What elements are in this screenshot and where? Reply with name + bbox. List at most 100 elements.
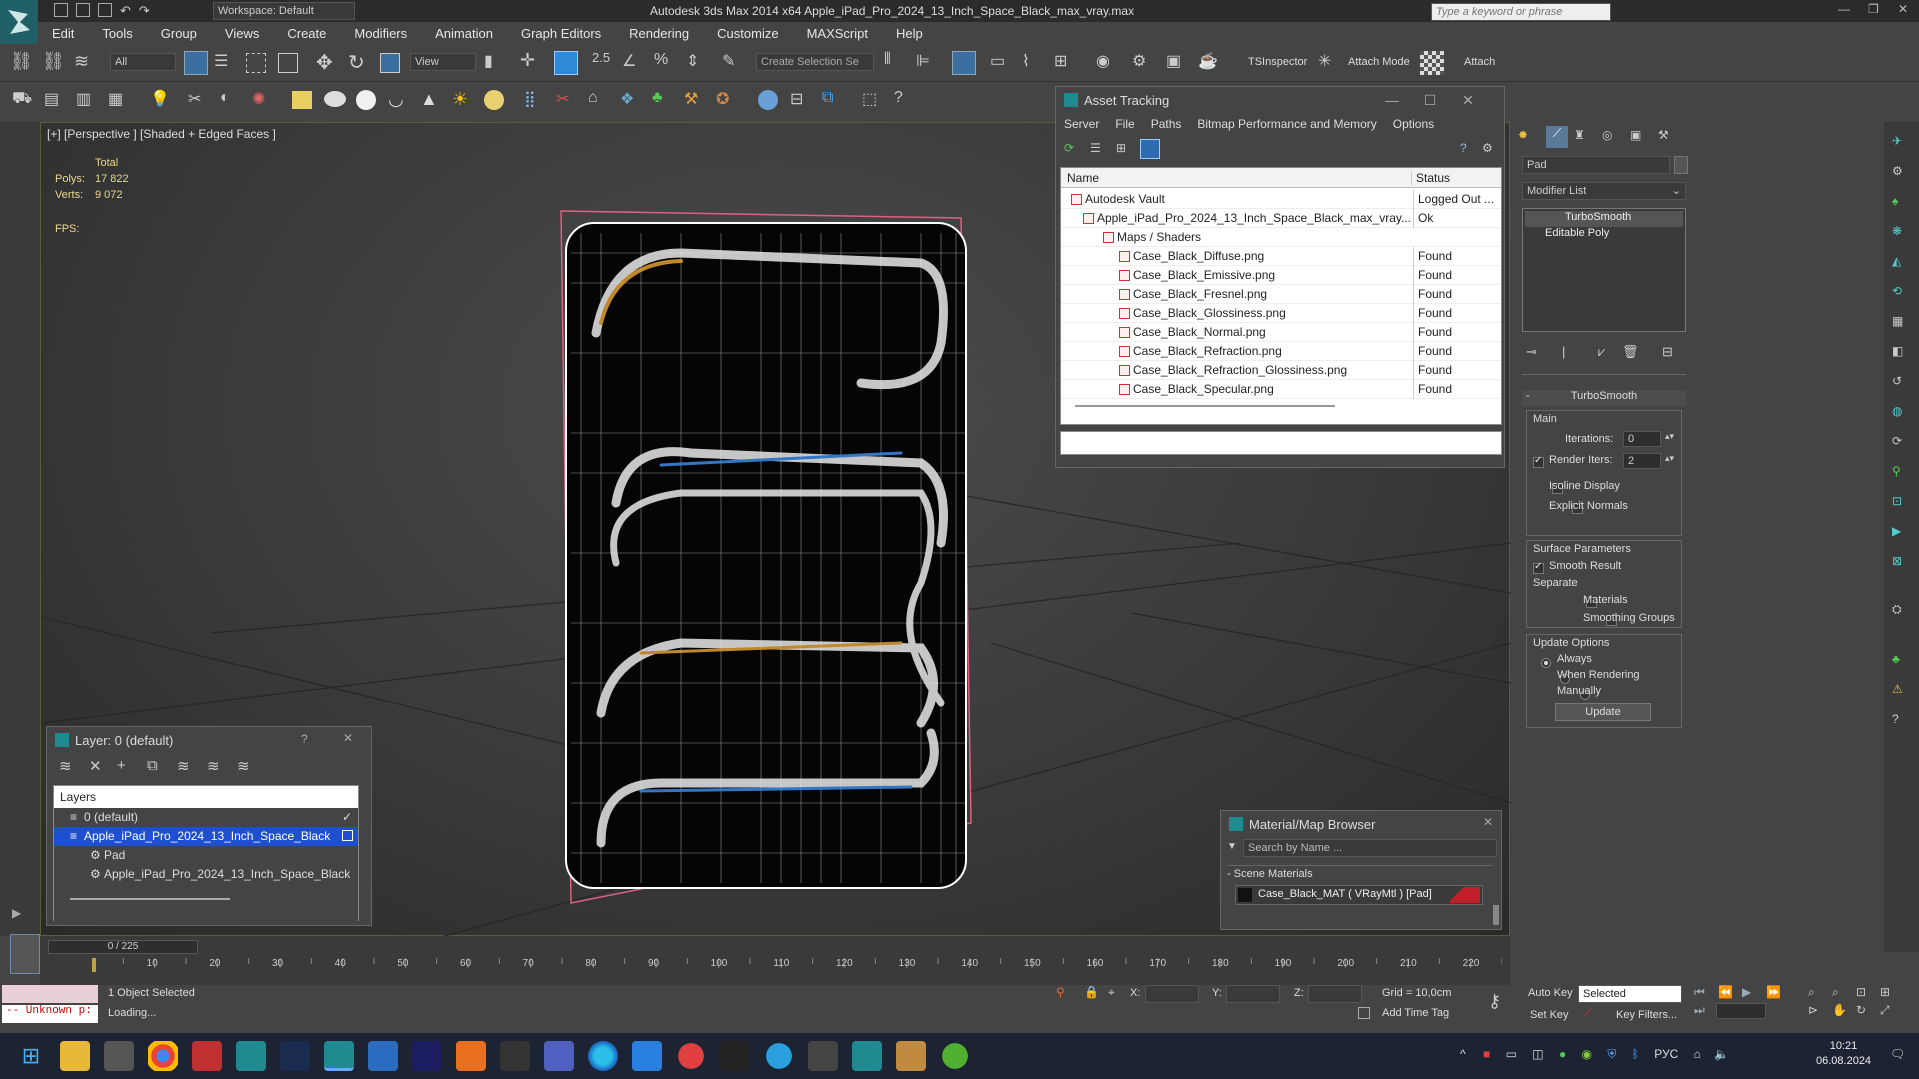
after-effects-icon[interactable] <box>412 1041 442 1071</box>
percent-snap-icon[interactable]: % <box>654 51 678 75</box>
tray-app-icon[interactable]: ■ <box>1483 1047 1490 1061</box>
window-crossing-icon[interactable] <box>278 53 298 73</box>
modify-tab-icon[interactable]: ⟋ <box>1546 126 1568 148</box>
reference-coordinate-dropdown[interactable]: View <box>410 53 476 71</box>
strip-tool-6-icon[interactable]: ⟲ <box>1892 284 1902 298</box>
asset-row[interactable]: Autodesk Vault Logged Out ... <box>1061 190 1501 209</box>
telegram-icon[interactable] <box>764 1041 794 1071</box>
key-mode-icon[interactable]: ⏭ <box>1694 1003 1705 1018</box>
attach-button[interactable]: Attach <box>1464 56 1495 68</box>
keyboard-shortcut-override-icon[interactable] <box>554 51 578 75</box>
align-icon[interactable]: ⊫ <box>916 51 940 75</box>
spinner-arrows-icon[interactable]: ▴▾ <box>1665 431 1674 442</box>
menu-help[interactable]: Help <box>882 26 937 41</box>
pin-stack-icon[interactable]: ⊸ <box>1526 344 1537 360</box>
select-in-layer-icon[interactable]: ⧉ <box>147 757 158 774</box>
open-file-icon[interactable] <box>76 3 90 17</box>
add-time-tag-button[interactable]: Add Time Tag <box>1382 1007 1449 1019</box>
asset-minimize-icon[interactable]: — <box>1374 87 1410 113</box>
strip-tool-5-icon[interactable]: ◭ <box>1892 254 1901 268</box>
shelf-icon[interactable]: ⛟ <box>12 89 36 113</box>
strip-tool-7-icon[interactable]: ▦ <box>1892 314 1903 328</box>
named-selection-sets-dropdown[interactable]: Create Selection Se <box>756 53 874 71</box>
object-color-swatch[interactable] <box>1674 156 1688 174</box>
maxscript-listener-top[interactable] <box>2 985 98 1003</box>
edit-named-selection-icon[interactable]: ✎ <box>722 51 746 75</box>
material-sphere-icon[interactable] <box>758 90 778 110</box>
set-key-mode-icon[interactable]: ⚷ <box>1488 991 1501 1012</box>
table-view-icon[interactable] <box>1140 139 1160 159</box>
menu-group[interactable]: Group <box>147 26 211 41</box>
strip-tool-13-icon[interactable]: ⊡ <box>1892 494 1902 508</box>
angle-snap-icon[interactable]: ∠ <box>622 51 646 75</box>
strip-tool-12-icon[interactable]: ⚲ <box>1892 464 1901 478</box>
asset-row[interactable]: Case_Black_Diffuse.png Found <box>1061 247 1501 266</box>
rendered-frame-window-icon[interactable]: ▣ <box>1166 51 1190 75</box>
3dsmax-alt-icon[interactable] <box>852 1041 882 1071</box>
modifier-stack-item-editable-poly[interactable]: Editable Poly <box>1525 227 1683 243</box>
make-unique-icon[interactable]: ⩗ <box>1598 344 1605 360</box>
move-icon[interactable]: ✥ <box>316 50 340 74</box>
asset-row[interactable]: Case_Black_Refraction.png Found <box>1061 342 1501 361</box>
hierarchy-tab-icon[interactable]: ♜ <box>1574 128 1585 142</box>
zoom-extents-all-icon[interactable]: ⊞ <box>1880 985 1890 999</box>
3dsmax-taskbar-icon[interactable] <box>236 1041 266 1071</box>
folder-icon[interactable] <box>896 1041 926 1071</box>
layer-tool-7-icon[interactable]: ≋ <box>237 757 250 775</box>
layer-item-default[interactable]: ≡ 0 (default) ✓ <box>54 808 358 827</box>
tool-icon[interactable]: ✂ <box>188 89 212 113</box>
menu-tools[interactable]: Tools <box>88 26 146 41</box>
always-radio[interactable] <box>1541 657 1551 668</box>
keyword-search-input[interactable]: Type a keyword or phrase <box>1431 3 1611 21</box>
menu-rendering[interactable]: Rendering <box>615 26 703 41</box>
isolate-selection-icon[interactable]: ⚲ <box>1056 985 1065 999</box>
select-by-name-icon[interactable]: ☰ <box>214 51 238 75</box>
select-and-link-icon[interactable]: ⛓ <box>10 51 34 75</box>
gpu-icon[interactable]: ⧉ <box>822 89 846 113</box>
object-name-field[interactable]: Pad <box>1522 156 1670 174</box>
workspace-dropdown[interactable]: Workspace: Default <box>213 2 355 20</box>
pivot-center-icon[interactable]: ▮ <box>484 51 508 75</box>
asset-row[interactable]: Case_Black_Glossiness.png Found <box>1061 304 1501 323</box>
selection-lock-icon[interactable]: 🔒 <box>1084 985 1099 999</box>
material-browser-scrollbar[interactable] <box>1493 905 1499 925</box>
browser-options-icon[interactable]: ▼ <box>1227 841 1237 852</box>
modifier-list-dropdown[interactable]: Modifier List ⌄ <box>1522 182 1686 200</box>
3dsmax-logo-icon[interactable] <box>0 0 38 44</box>
vray-ies-light-icon[interactable]: ◡ <box>388 89 412 113</box>
zoom-extents-icon[interactable]: ⊡ <box>1856 985 1866 999</box>
tray-chevron-icon[interactable]: ^ <box>1460 1047 1466 1061</box>
set-key-button[interactable]: Set Key <box>1530 1009 1569 1021</box>
viewport-label[interactable]: [+] [Perspective ] [Shaded + Edged Faces… <box>47 127 276 141</box>
strip-tool-4-icon[interactable]: ❋ <box>1892 224 1902 238</box>
material-search-input[interactable]: Search by Name ... <box>1243 839 1497 857</box>
tsinspector-button[interactable]: TSInspector <box>1248 56 1307 68</box>
refresh-icon[interactable]: ⟳ <box>1064 141 1074 155</box>
zoom-icon[interactable]: ⌕ <box>1808 985 1815 1000</box>
asset-menu-file[interactable]: File <box>1107 117 1142 131</box>
layer-object-pad[interactable]: ⚙ Pad <box>54 846 358 865</box>
motion-tab-icon[interactable]: ◎ <box>1602 128 1612 142</box>
rect-selection-icon[interactable] <box>246 53 266 73</box>
current-frame-input[interactable] <box>1716 1003 1766 1019</box>
strip-tool-14-icon[interactable]: ▶ <box>1892 524 1901 538</box>
render-iters-spinner[interactable]: 2 <box>1623 453 1661 469</box>
spinner-arrows-icon[interactable]: ▴▾ <box>1665 453 1674 464</box>
attach-mode-button[interactable]: Attach Mode <box>1348 56 1410 68</box>
menu-modifiers[interactable]: Modifiers <box>340 26 421 41</box>
menu-edit[interactable]: Edit <box>38 26 88 41</box>
rotate-icon[interactable]: ↻ <box>348 50 372 74</box>
undo-icon[interactable]: ↶ <box>120 3 131 19</box>
key-filters-button[interactable]: Key Filters... <box>1616 1009 1677 1021</box>
layer-object-ipad[interactable]: ⚙ Apple_iPad_Pro_2024_13_Inch_Space_Blac… <box>54 865 358 884</box>
x-coord-input[interactable] <box>1145 985 1199 1003</box>
layer-tool-1-icon[interactable]: ≋ <box>59 757 72 775</box>
render-setup-icon[interactable]: ⚙ <box>1132 51 1156 75</box>
asset-row[interactable]: Apple_iPad_Pro_2024_13_Inch_Space_Black_… <box>1061 209 1501 228</box>
tray-bluetooth-icon[interactable]: ᛒ <box>1632 1047 1639 1061</box>
maximize-viewport-icon[interactable]: ⤢ <box>1880 1003 1890 1018</box>
selection-filter-dropdown[interactable]: All <box>110 53 176 71</box>
select-manipulate-icon[interactable]: ✛ <box>520 50 544 74</box>
windows-start-icon[interactable]: ⊞ <box>16 1041 46 1071</box>
vfb-icon[interactable]: ⊟ <box>790 89 814 113</box>
